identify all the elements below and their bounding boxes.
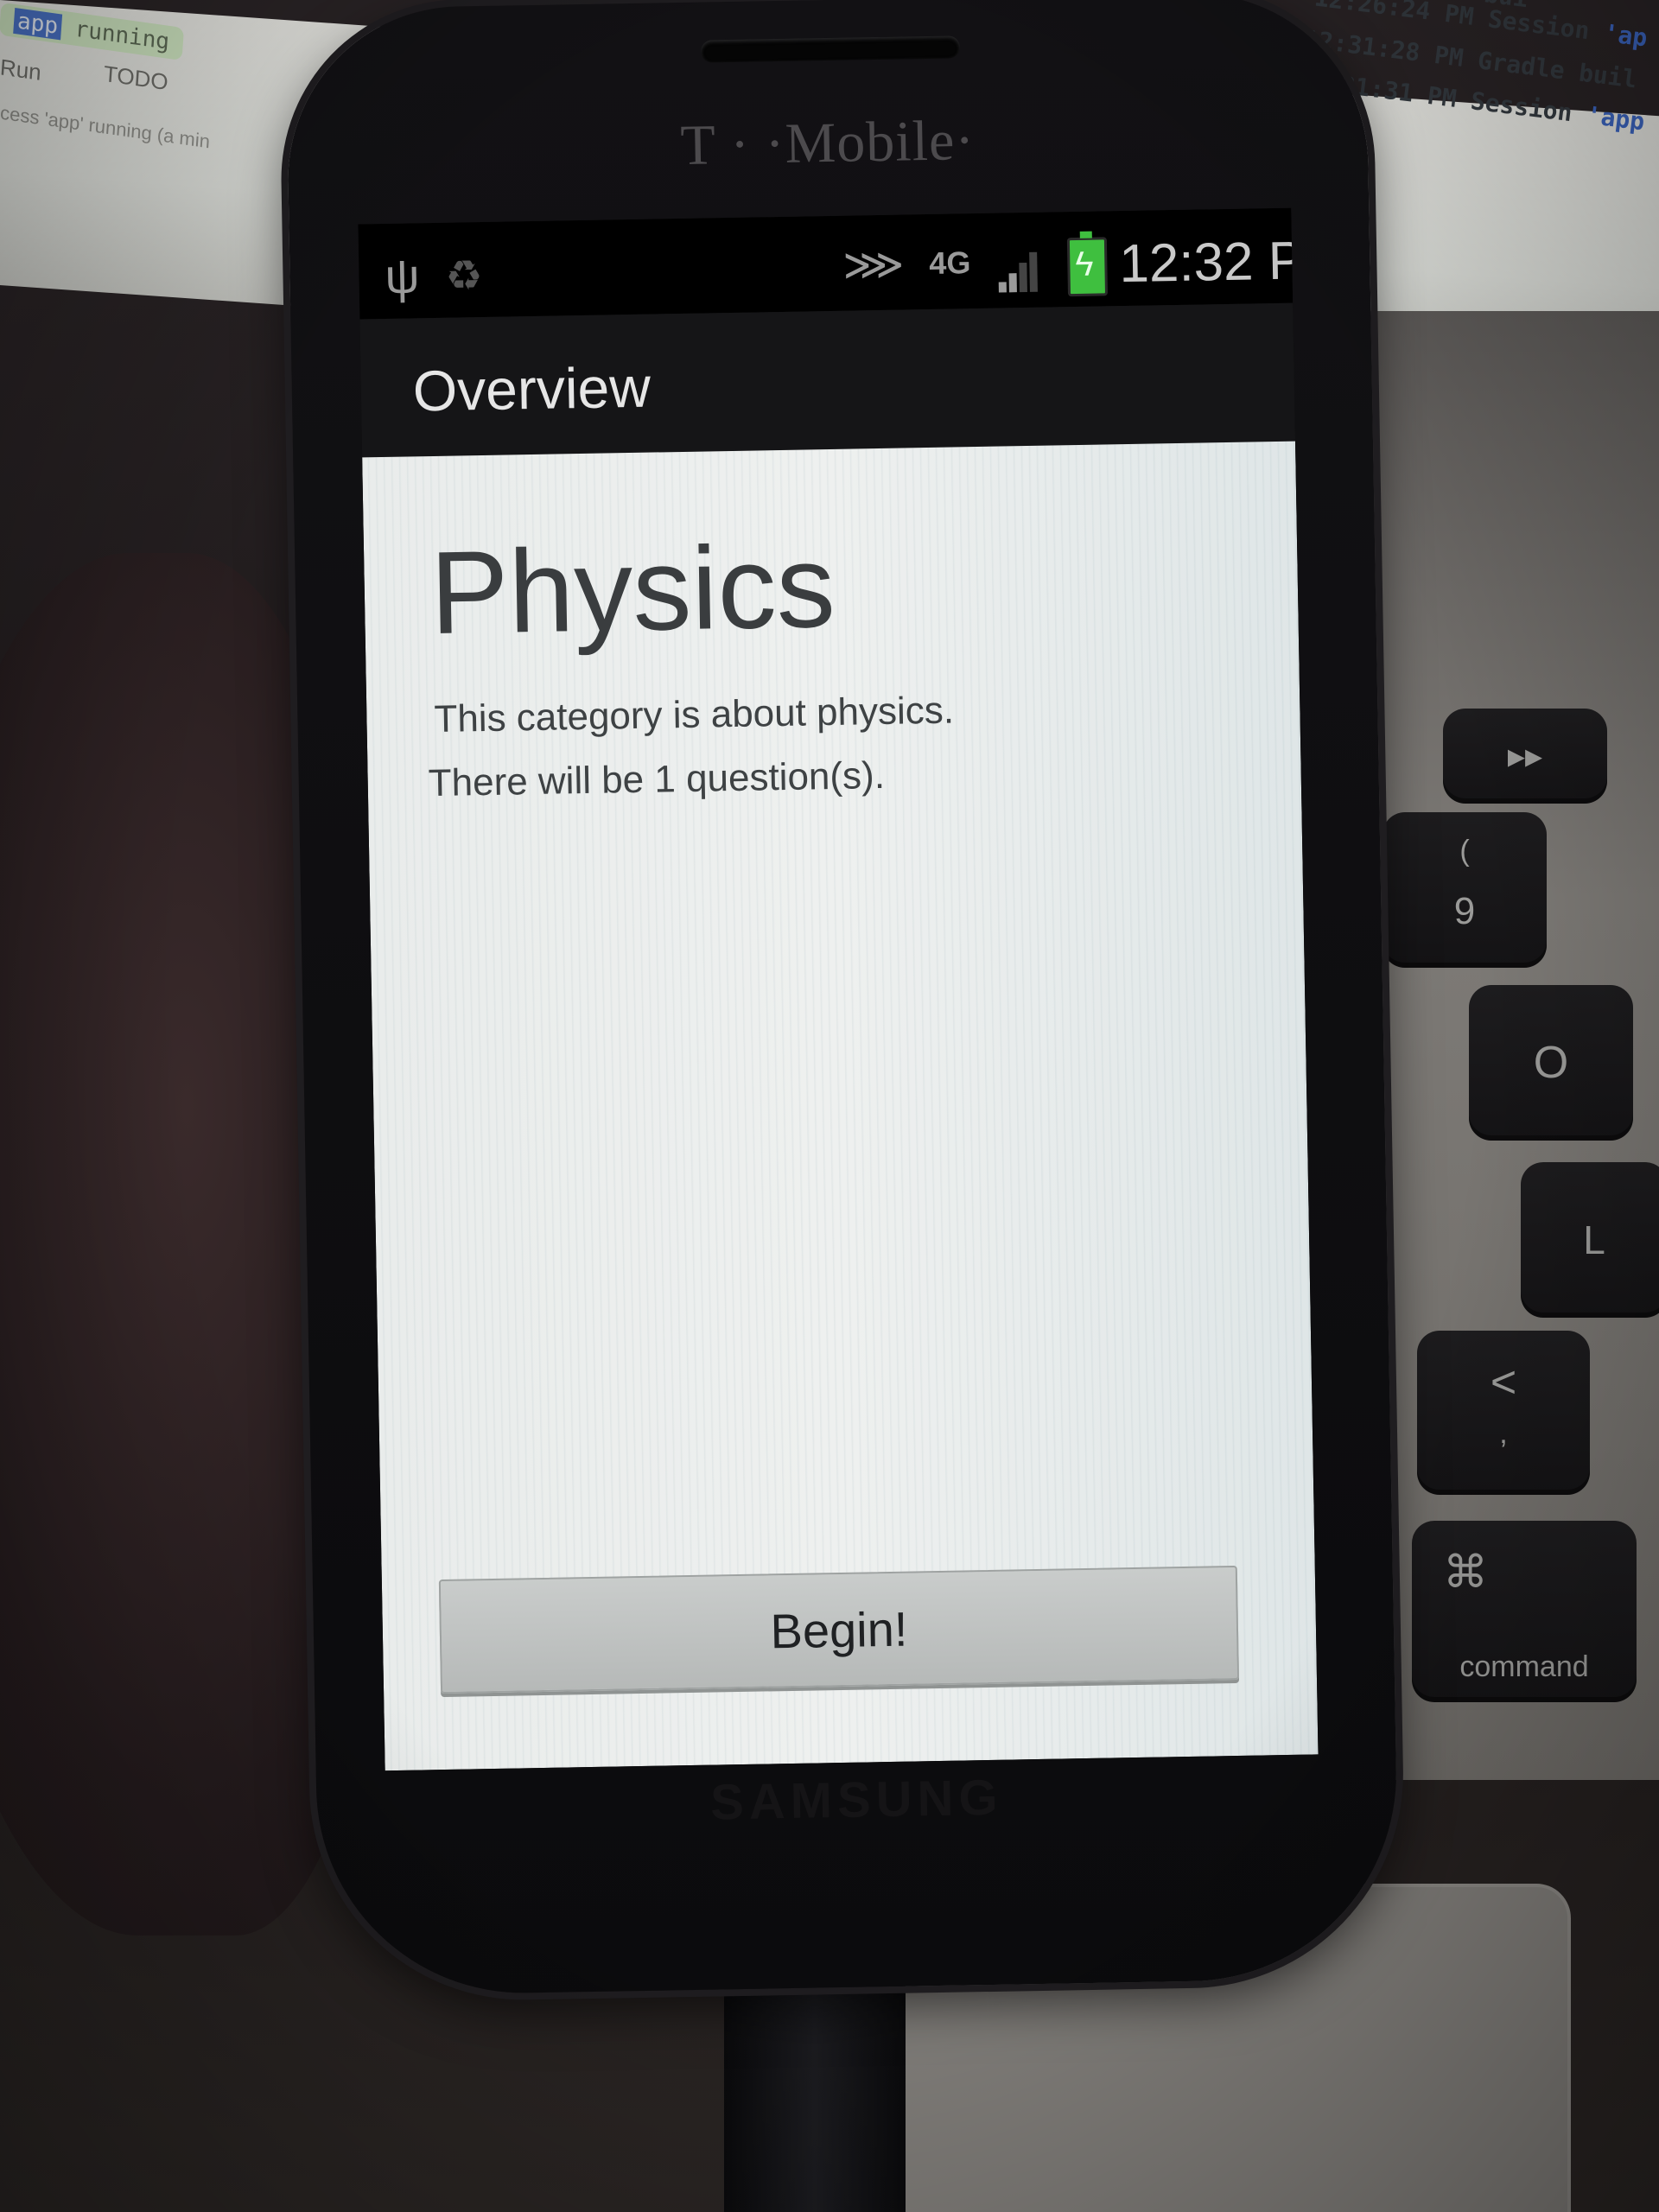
- question-count-text: There will be 1 question(s).: [428, 753, 886, 805]
- device-brand-logo: SAMSUNG: [709, 1769, 1004, 1831]
- overview-content: Physics This category is about physics. …: [362, 441, 1319, 1771]
- ide-tab-run: Run: [0, 54, 42, 86]
- keyboard-key: ( 9: [1382, 812, 1547, 968]
- category-description: This category is about physics.: [434, 689, 955, 741]
- keyboard-key: < ,: [1417, 1331, 1590, 1495]
- signal-icon: [998, 251, 1040, 293]
- keyboard-key: ▸▸: [1443, 709, 1607, 804]
- ide-run-status: app running: [0, 2, 185, 61]
- ide-app-state: running: [73, 16, 171, 55]
- keyboard-key: O: [1469, 985, 1633, 1141]
- vibrate-icon: ⋙: [842, 239, 905, 289]
- battery-charging-icon: ϟ: [1066, 237, 1109, 297]
- status-clock: 12:32 PM: [1118, 230, 1319, 295]
- begin-button[interactable]: Begin!: [438, 1565, 1239, 1694]
- ide-app-name: app: [13, 7, 63, 41]
- photo-scene: app running Run TODO cess 'app' running …: [0, 0, 1659, 2212]
- phone-earpiece: [700, 35, 961, 63]
- phone-screen: ψ ♻ ⋙ 4G ϟ 12:32 PM Overview Physics Thi…: [358, 207, 1319, 1771]
- status-bar: ψ ♻ ⋙ 4G ϟ 12:32 PM: [358, 207, 1319, 320]
- usb-cable: [724, 1970, 906, 2212]
- recycle-icon: ♻: [445, 252, 484, 300]
- keyboard-key: L: [1521, 1162, 1659, 1318]
- ide-info-line: cess 'app' running (a min: [0, 101, 211, 153]
- carrier-logo: T · ·Mobile·: [679, 109, 976, 177]
- action-bar: Overview: [359, 302, 1295, 458]
- 4g-icon: 4G: [928, 245, 971, 281]
- category-title: Physics: [429, 519, 836, 659]
- page-title: Overview: [412, 354, 652, 423]
- keyboard-key-command: ⌘ command: [1412, 1521, 1637, 1702]
- phone-device: T · ·Mobile· ψ ♻ ⋙ 4G ϟ 12:32 PM Overvie…: [285, 0, 1401, 1997]
- usb-icon: ψ: [384, 248, 420, 303]
- ide-tab-todo: TODO: [103, 60, 169, 96]
